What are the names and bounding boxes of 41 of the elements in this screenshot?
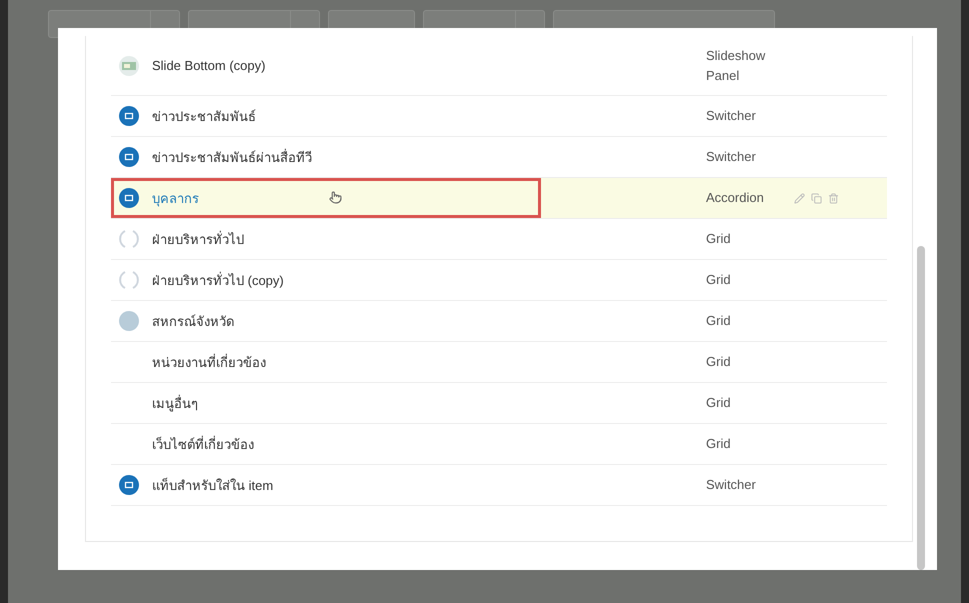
- row-type: Switcher: [706, 107, 757, 126]
- row-name: บุคลากร: [152, 190, 199, 208]
- row-name: เมนูอื่นๆ: [152, 394, 198, 414]
- row-name: ข่าวประชาสัมพันธ์ผ่านสื่อทีวี: [152, 148, 312, 166]
- loading-icon: [119, 229, 139, 249]
- list-row[interactable]: เมนูอื่นๆ Grid: [111, 383, 887, 424]
- list-row[interactable]: ฝ่ายบริหารทั่วไป (copy) Grid: [111, 260, 887, 301]
- list-row[interactable]: สหกรณ์จังหวัด Grid: [111, 301, 887, 342]
- row-name: เว็บไซต์ที่เกี่ยวข้อง: [152, 434, 254, 454]
- row-type: Grid: [706, 271, 732, 290]
- list-row[interactable]: ข่าวประชาสัมพันธ์ Switcher: [111, 96, 887, 137]
- row-name: ฝ่ายบริหารทั่วไป (copy): [152, 270, 284, 290]
- row-name: Slide Bottom (copy): [152, 58, 266, 73]
- row-name: ข่าวประชาสัมพันธ์: [152, 108, 256, 126]
- row-type: Accordion: [706, 189, 765, 208]
- scrollbar-thumb[interactable]: [917, 246, 925, 570]
- list-row[interactable]: ฝ่ายบริหารทั่วไป Grid: [111, 219, 887, 260]
- row-type: Grid: [706, 435, 732, 454]
- photo-placeholder: [119, 311, 139, 331]
- row-type: Slideshow Panel: [706, 47, 766, 84]
- image-badge-icon: [119, 475, 139, 495]
- row-type: Grid: [706, 353, 732, 372]
- row-name: หน่วยงานที่เกี่ยวข้อง: [152, 352, 266, 372]
- row-type: Switcher: [706, 148, 757, 166]
- row-name: ฝ่ายบริหารทั่วไป: [152, 230, 244, 248]
- row-name: แท็บสำหรับใส่ใน item: [152, 476, 274, 494]
- image-badge-icon: [119, 106, 139, 126]
- row-type: Grid: [706, 394, 732, 412]
- row-name: สหกรณ์จังหวัด: [152, 312, 234, 330]
- hand-cursor-icon: [329, 191, 342, 204]
- list-row[interactable]: แท็บสำหรับใส่ใน item Switcher: [111, 465, 887, 506]
- list-row[interactable]: เว็บไซต์ที่เกี่ยวข้อง Grid: [111, 424, 887, 465]
- image-badge-icon: [119, 147, 139, 167]
- list-row[interactable]: Slide Bottom (copy) Slideshow Panel: [111, 36, 887, 96]
- loading-icon: [119, 270, 139, 290]
- row-type: Grid: [706, 312, 732, 330]
- thumbnail-icon: [119, 56, 139, 76]
- row-type: Switcher: [706, 476, 757, 494]
- image-badge-icon: [119, 188, 139, 208]
- list-row[interactable]: หน่วยงานที่เกี่ยวข้อง Grid: [111, 342, 887, 383]
- row-type: Grid: [706, 230, 732, 248]
